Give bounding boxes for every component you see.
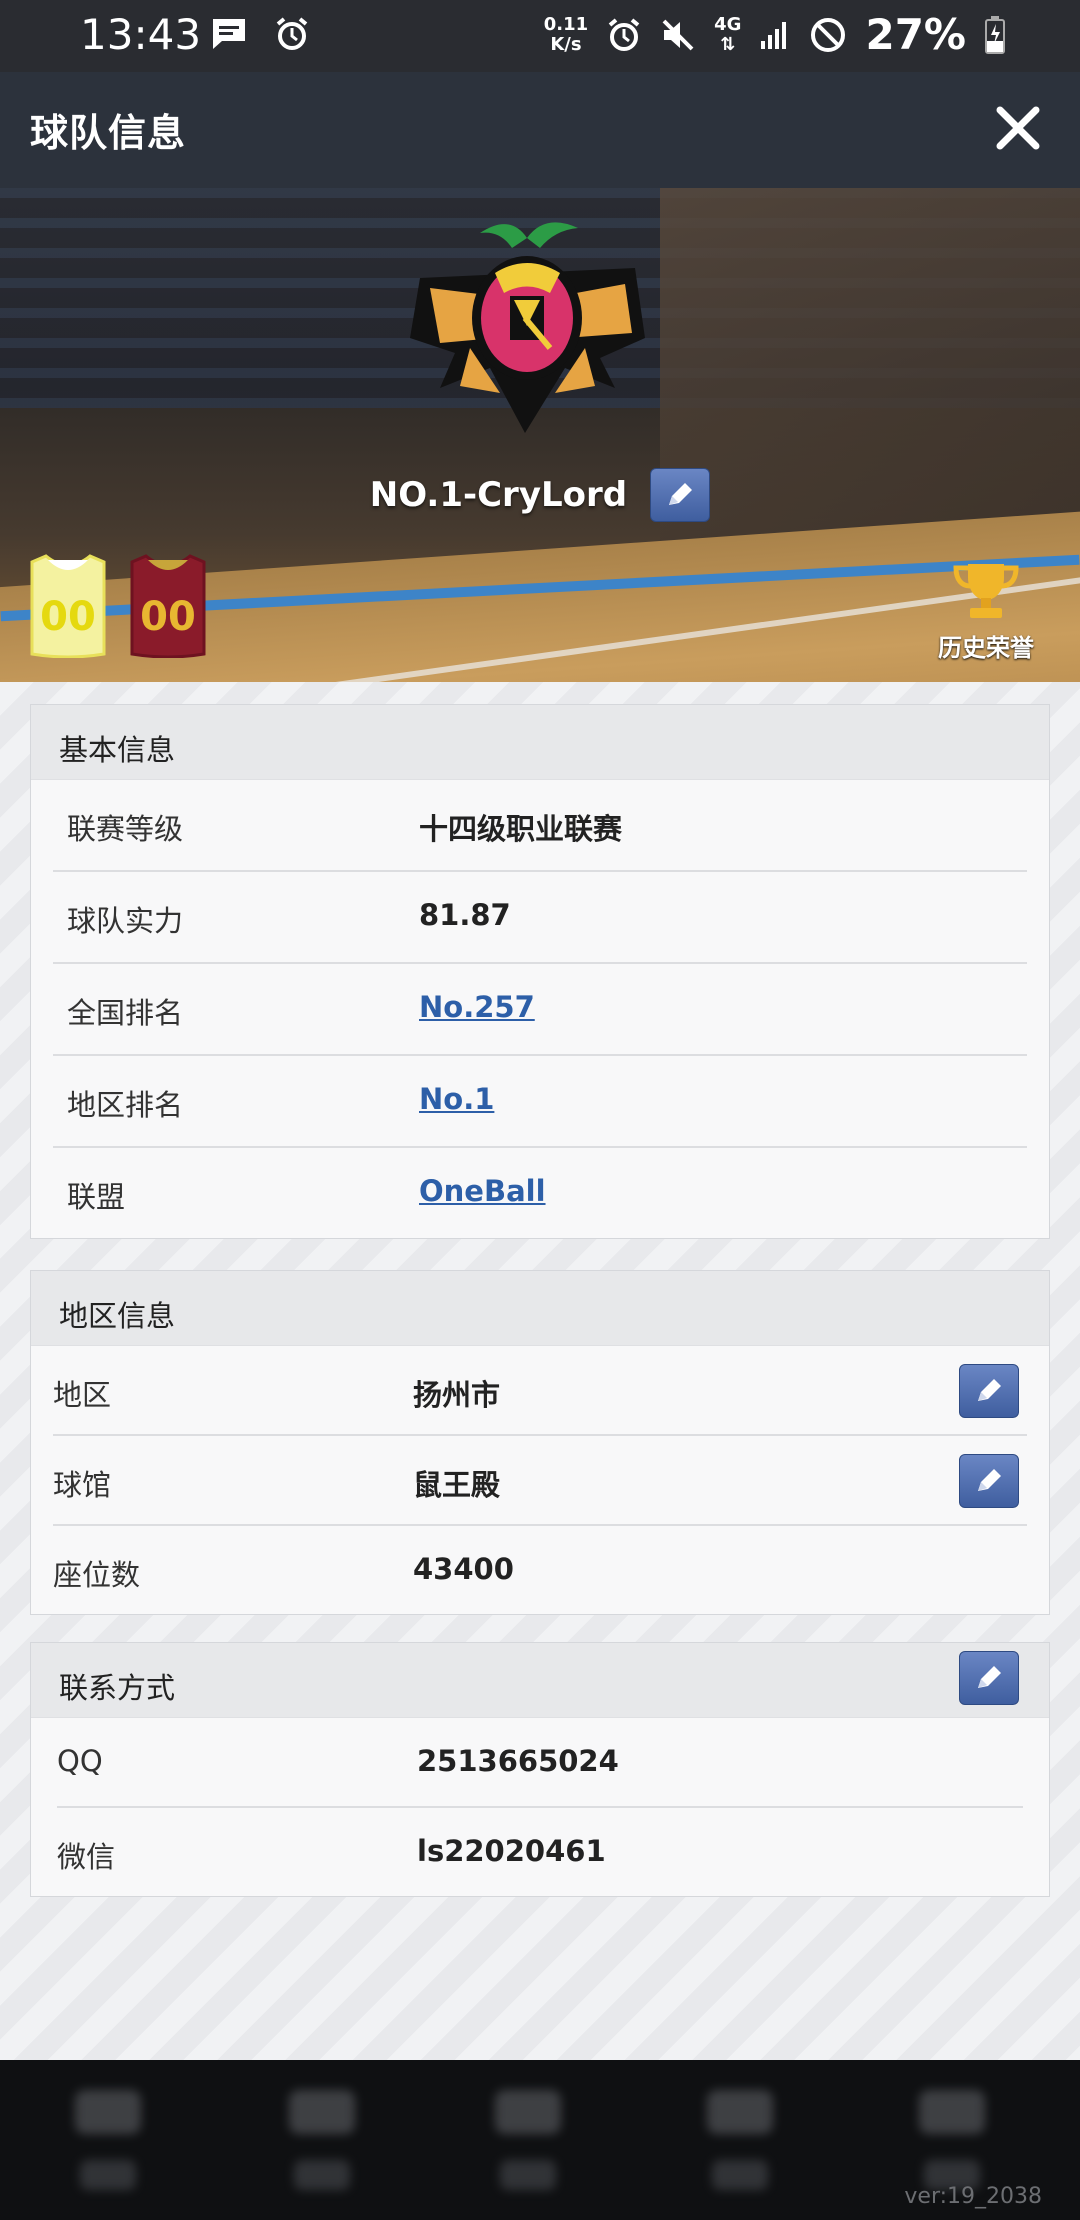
close-icon	[996, 106, 1040, 150]
row-label: 联赛等级	[67, 812, 184, 846]
info-row-league: 联赛等级 十四级职业联赛	[53, 780, 1027, 872]
row-label: 球馆	[53, 1468, 112, 1502]
nav-item-4[interactable]	[700, 2090, 780, 2190]
nav-item-1[interactable]	[68, 2090, 148, 2190]
team-strength-value: 81.87	[419, 898, 511, 932]
data-arrows-icon: ⇅	[720, 33, 736, 55]
contact-title: 联系方式	[59, 1671, 176, 1705]
do-not-disturb-icon	[809, 16, 847, 54]
edit-team-name-button[interactable]	[650, 468, 711, 522]
status-right-icons: 0.11 K/s 4G ⇅ 27%	[544, 10, 1006, 59]
nav-item-3[interactable]	[488, 2090, 568, 2190]
mute-icon	[660, 17, 696, 53]
nav-blurred-icon	[289, 2090, 355, 2134]
team-jerseys: 00 00	[24, 554, 212, 658]
battery-percent: 27%	[865, 10, 966, 59]
trophy-icon	[953, 564, 1019, 618]
seats-value: 43400	[413, 1552, 514, 1586]
info-row-region: 地区 扬州市	[53, 1346, 1027, 1436]
regional-rank-link[interactable]: No.1	[419, 1082, 494, 1116]
version-label: ver:19_2038	[904, 2184, 1042, 2209]
team-name: NO.1-CryLord	[369, 475, 628, 515]
arena-value: 鼠王殿	[413, 1468, 501, 1502]
nav-blurred-label	[712, 2160, 768, 2190]
network-type: 4G ⇅	[714, 13, 742, 55]
team-hero: NO.1-CryLord 00 00 历史荣誉	[0, 188, 1080, 682]
qq-value: 2513665024	[417, 1744, 619, 1778]
row-label: 联盟	[67, 1180, 126, 1214]
home-jersey-number: 00	[40, 594, 96, 640]
nav-item-5[interactable]	[912, 2090, 992, 2190]
away-jersey-number: 00	[140, 594, 196, 640]
pencil-icon	[978, 1379, 1001, 1401]
region-info-header: 地区信息	[31, 1271, 1049, 1346]
edit-region-button[interactable]	[959, 1364, 1019, 1418]
row-label: 地区	[53, 1378, 112, 1412]
nav-blurred-icon	[919, 2090, 985, 2134]
wechat-value: ls22020461	[417, 1834, 606, 1868]
region-info-card: 地区信息 地区 扬州市 球馆 鼠王殿 座位数 43400	[30, 1270, 1050, 1615]
home-jersey[interactable]: 00	[24, 554, 112, 658]
row-label: 座位数	[53, 1558, 141, 1592]
team-logo-icon	[410, 222, 645, 433]
status-time: 13:43	[80, 10, 202, 59]
info-row-regional-rank: 地区排名 No.1	[53, 1056, 1027, 1148]
row-label: 微信	[57, 1840, 116, 1874]
basic-info-header: 基本信息	[31, 705, 1049, 780]
content-area: 基本信息 联赛等级 十四级职业联赛 球队实力 81.87 全国排名 No.257…	[0, 682, 1080, 2060]
info-row-alliance: 联盟 OneBall	[53, 1148, 1027, 1238]
pencil-icon	[978, 1469, 1001, 1491]
nav-blurred-label	[80, 2160, 136, 2190]
battery-charging-icon	[984, 15, 1006, 55]
page-title: 球队信息	[30, 111, 187, 155]
nav-blurred-icon	[707, 2090, 773, 2134]
info-row-national-rank: 全国排名 No.257	[53, 964, 1027, 1056]
app-header: 球队信息	[0, 72, 1080, 188]
pencil-icon	[978, 1666, 1001, 1688]
basic-info-card: 基本信息 联赛等级 十四级职业联赛 球队实力 81.87 全国排名 No.257…	[30, 704, 1050, 1239]
nav-blurred-icon	[75, 2090, 141, 2134]
alarm-icon	[606, 17, 642, 53]
row-label: 地区排名	[67, 1088, 184, 1122]
network-speed: 0.11 K/s	[543, 13, 589, 55]
contact-header: 联系方式	[31, 1643, 1049, 1718]
team-name-row: NO.1-CryLord	[0, 468, 1080, 522]
close-button[interactable]	[992, 102, 1044, 154]
pencil-icon	[669, 483, 693, 505]
network-speed-value: 0.11	[543, 13, 589, 35]
nav-item-2[interactable]	[282, 2090, 362, 2190]
info-row-seats: 座位数 43400	[53, 1526, 1027, 1614]
network-speed-unit: K/s	[550, 33, 582, 55]
info-row-wechat: 微信 ls22020461	[57, 1808, 1023, 1896]
basic-info-title: 基本信息	[59, 733, 176, 767]
row-label: 全国排名	[67, 996, 184, 1030]
region-info-title: 地区信息	[59, 1299, 176, 1333]
status-left-icons	[210, 16, 310, 52]
contact-card: 联系方式 QQ 2513665024 微信 ls22020461	[30, 1642, 1050, 1897]
status-bar: 13:43 0.11 K/s 4G ⇅ 27%	[0, 0, 1080, 72]
edit-contact-button[interactable]	[959, 1651, 1019, 1705]
message-icon	[210, 16, 248, 52]
nav-blurred-label	[294, 2160, 350, 2190]
alarm-icon	[274, 16, 310, 52]
row-label: 球队实力	[67, 904, 184, 938]
info-row-strength: 球队实力 81.87	[53, 872, 1027, 964]
nav-blurred-icon	[495, 2090, 561, 2134]
edit-arena-button[interactable]	[959, 1454, 1019, 1508]
history-honor-button[interactable]: 历史荣誉	[926, 560, 1046, 663]
away-jersey[interactable]: 00	[124, 554, 212, 658]
row-label: QQ	[57, 1744, 103, 1778]
national-rank-link[interactable]: No.257	[419, 990, 535, 1024]
region-value: 扬州市	[413, 1378, 501, 1412]
history-honor-label: 历史荣誉	[938, 634, 1034, 662]
nav-blurred-label	[500, 2160, 556, 2190]
signal-icon	[759, 19, 791, 51]
info-row-qq: QQ 2513665024	[57, 1718, 1023, 1808]
network-type-label: 4G	[714, 13, 742, 35]
info-row-arena: 球馆 鼠王殿	[53, 1436, 1027, 1526]
alliance-link[interactable]: OneBall	[419, 1174, 546, 1208]
bottom-navigation: ver:19_2038	[0, 2060, 1080, 2220]
league-level-value: 十四级职业联赛	[419, 812, 623, 846]
